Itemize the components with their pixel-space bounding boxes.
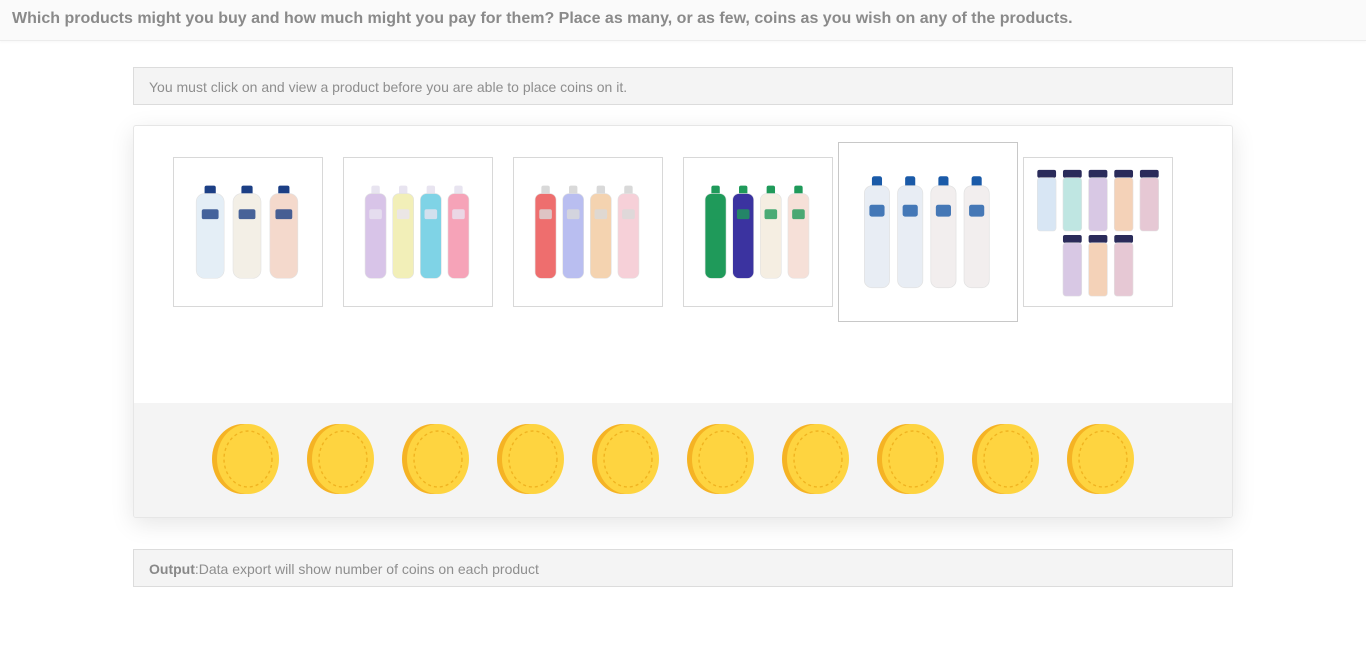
product-image — [195, 185, 299, 279]
coin-icon — [687, 424, 754, 494]
coin-icon — [972, 424, 1039, 494]
product-tile-johnsons[interactable] — [343, 157, 493, 307]
coin-icon — [877, 424, 944, 494]
coin-icon — [497, 424, 564, 494]
coin[interactable] — [970, 423, 1042, 495]
product-image — [364, 185, 470, 279]
coin[interactable] — [590, 423, 662, 495]
coin-tray — [134, 403, 1232, 517]
output-text: :Data export will show number of coins o… — [194, 561, 539, 577]
coin[interactable] — [780, 423, 852, 495]
question-text: Which products might you buy and how muc… — [12, 10, 1073, 27]
output-note: Output:Data export will show number of c… — [133, 549, 1233, 587]
product-image — [1037, 169, 1159, 297]
coin-icon — [1067, 424, 1134, 494]
product-card-panel — [133, 125, 1233, 518]
coin-icon — [212, 424, 279, 494]
coin-icon — [402, 424, 469, 494]
coin[interactable] — [210, 423, 282, 495]
product-image — [704, 185, 810, 279]
product-tile-imperial-leather[interactable] — [513, 157, 663, 307]
coin[interactable] — [305, 423, 377, 495]
product-tile-dove[interactable] — [173, 157, 323, 307]
header-bar: Which products might you buy and how muc… — [0, 0, 1366, 41]
product-tile-carex[interactable] — [1023, 157, 1173, 307]
coin-icon — [782, 424, 849, 494]
coin[interactable] — [495, 423, 567, 495]
product-tile-radox[interactable] — [683, 157, 833, 307]
output-label: Output — [149, 561, 195, 577]
instruction-notice: You must click on and view a product bef… — [133, 67, 1233, 105]
product-tile-sanex[interactable] — [838, 142, 1018, 322]
coin[interactable] — [875, 423, 947, 495]
product-image — [863, 176, 990, 289]
product-image — [534, 185, 640, 279]
coin[interactable] — [685, 423, 757, 495]
coin-icon — [307, 424, 374, 494]
coin-icon — [592, 424, 659, 494]
coin[interactable] — [400, 423, 472, 495]
coin[interactable] — [1065, 423, 1137, 495]
